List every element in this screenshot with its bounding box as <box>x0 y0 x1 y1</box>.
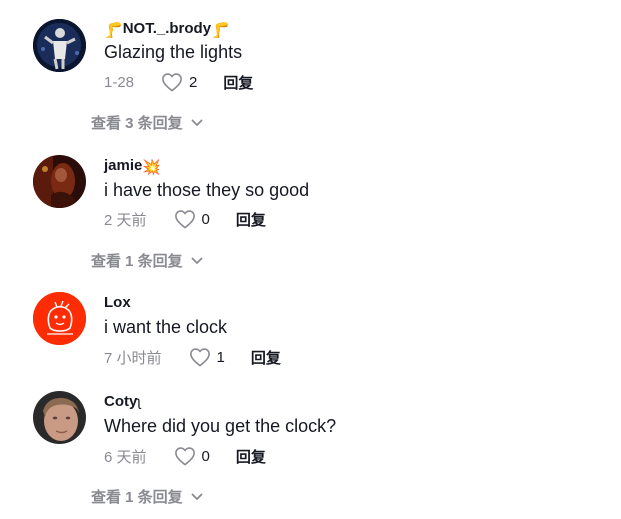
username-text: jamie <box>104 157 143 174</box>
view-replies-button[interactable]: 查看 1 条回复 <box>91 486 203 507</box>
leg-emoji: 🦵 <box>104 22 123 39</box>
comment-meta: 7 小时前 1 回复 <box>104 346 281 368</box>
leg-emoji: 🦵 <box>211 22 230 39</box>
comment-text: Glazing the lights <box>104 42 243 62</box>
username-suffix: ʅ <box>137 393 141 409</box>
username-text: Coty <box>104 393 138 410</box>
like-count: 2 <box>189 73 198 91</box>
comment-text: i want the clock <box>104 317 228 337</box>
avatar[interactable] <box>33 155 86 208</box>
view-replies-button[interactable]: 查看 3 条回复 <box>91 112 203 133</box>
view-replies-label: 查看 1 条回复 <box>91 253 183 270</box>
comment-date: 6 天前 <box>104 448 147 466</box>
like-count: 1 <box>216 348 225 366</box>
like-count: 0 <box>201 447 210 465</box>
heart-outline-icon <box>189 348 210 367</box>
comment-username[interactable]: Cotyʅ <box>104 393 140 410</box>
reply-button[interactable]: 回复 <box>236 209 266 230</box>
comment-text: i have those they so good <box>104 180 310 200</box>
comment-meta: 2 天前 0 回复 <box>104 208 266 230</box>
like-button[interactable]: 0 <box>174 209 210 229</box>
heart-outline-icon <box>174 447 195 466</box>
heart-outline-icon <box>174 210 195 229</box>
comment-text: Where did you get the clock? <box>104 416 337 436</box>
view-replies-label: 查看 1 条回复 <box>91 489 183 506</box>
like-button[interactable]: 2 <box>161 72 197 92</box>
comment-date: 1-28 <box>104 73 135 91</box>
comment-username[interactable]: 🦵NOT._.brody🦵 <box>104 20 230 39</box>
comment-meta: 6 天前 0 回复 <box>104 445 266 467</box>
like-button[interactable]: 1 <box>189 347 225 367</box>
like-button[interactable]: 0 <box>174 446 210 466</box>
comment-meta: 1-28 2 回复 <box>104 71 253 93</box>
comment-username[interactable]: jamie💥 <box>104 157 161 176</box>
avatar[interactable] <box>33 292 86 345</box>
like-count: 0 <box>201 210 210 228</box>
collision-emoji: 💥 <box>142 159 162 176</box>
chevron-down-icon <box>191 257 203 264</box>
heart-outline-icon <box>162 73 182 92</box>
view-replies-label: 查看 3 条回复 <box>91 115 183 132</box>
reply-button[interactable]: 回复 <box>236 446 266 467</box>
username-text: Lox <box>104 294 131 311</box>
chevron-down-icon <box>191 119 203 126</box>
reply-button[interactable]: 回复 <box>223 72 253 93</box>
reply-button[interactable]: 回复 <box>251 347 281 368</box>
avatar[interactable] <box>33 391 86 444</box>
comment-date: 2 天前 <box>104 211 147 229</box>
comment-date: 7 小时前 <box>104 349 162 367</box>
chevron-down-icon <box>191 493 203 500</box>
avatar[interactable] <box>33 19 86 72</box>
view-replies-button[interactable]: 查看 1 条回复 <box>91 250 203 271</box>
username-text: NOT._.brody <box>122 20 212 37</box>
comment-username[interactable]: Lox <box>104 294 131 311</box>
